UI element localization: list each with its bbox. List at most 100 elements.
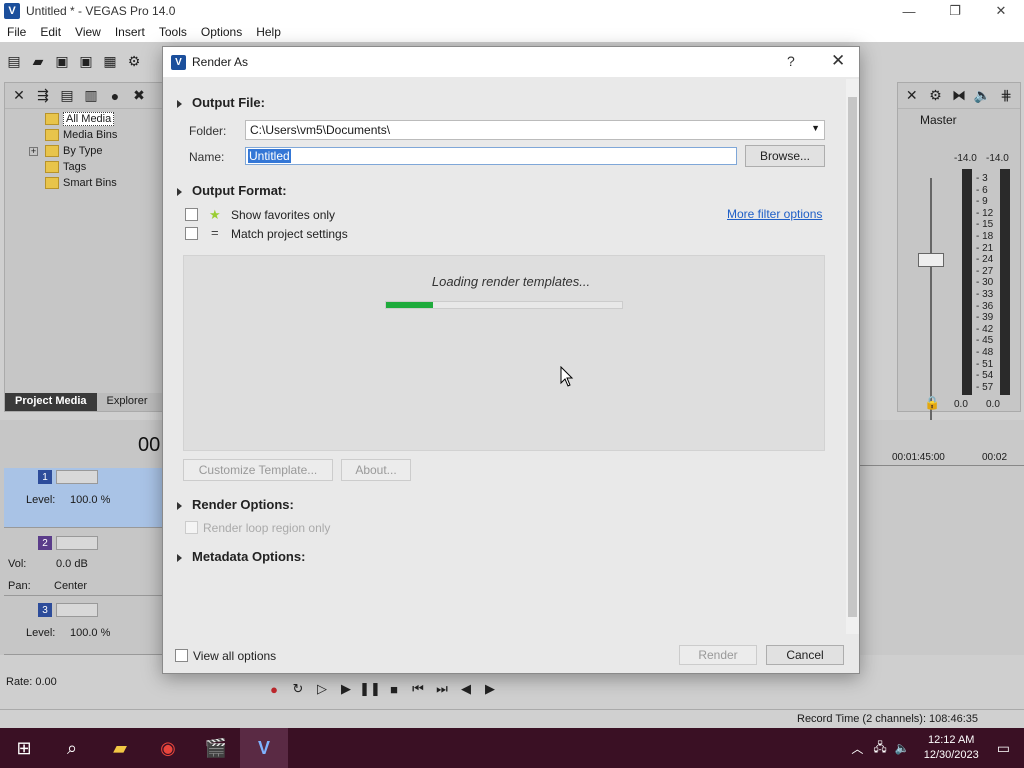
render-options-section[interactable]: Render Options: [177, 497, 294, 512]
loop-icon[interactable]: ↻ [286, 680, 310, 698]
menu-options[interactable]: Options [194, 25, 249, 39]
level-value: 100.0 % [70, 494, 111, 506]
tree-item-smart-bins[interactable]: Smart Bins [5, 175, 163, 191]
prev-frame-icon[interactable]: ◀ [454, 680, 478, 698]
tree-item-media-bins[interactable]: Media Bins [5, 127, 163, 143]
dialog-title-bar: V Render As [163, 47, 859, 77]
track-number: 2 [38, 536, 52, 550]
tree-item-all-media[interactable]: All Media [5, 111, 163, 127]
go-to-end-icon[interactable]: ⏭ [430, 680, 454, 698]
bottom-left-value: 0.0 [954, 399, 968, 410]
import-media-icon[interactable]: ▤ [57, 86, 77, 106]
go-to-start-icon[interactable]: ⏮ [406, 680, 430, 698]
clapperboard-icon[interactable]: 🎬 [192, 728, 240, 768]
about-button[interactable]: About... [341, 459, 411, 481]
track-name-field[interactable] [56, 603, 98, 617]
dialog-scrollbar[interactable] [846, 79, 859, 634]
remove-icon[interactable]: ✖ [129, 86, 149, 106]
pan-value: Center [54, 580, 88, 592]
tab-project-media[interactable]: Project Media [5, 393, 97, 411]
render-loop-checkbox[interactable] [185, 521, 198, 534]
help-button[interactable]: ? [787, 53, 795, 69]
meter-scale-tick: - 54 [976, 370, 994, 382]
play-icon[interactable]: ▶ [334, 680, 358, 698]
web-icon[interactable]: ● [105, 86, 125, 106]
menu-edit[interactable]: Edit [33, 25, 68, 39]
tree-item-tags[interactable]: Tags [5, 159, 163, 175]
show-favorites-checkbox[interactable] [185, 208, 198, 221]
metadata-options-section[interactable]: Metadata Options: [177, 549, 305, 564]
next-frame-icon[interactable]: ▶ [478, 680, 502, 698]
mixer-speaker-icon[interactable]: 🔈 [973, 86, 993, 106]
file-explorer-icon[interactable]: ▰ [96, 728, 144, 768]
master-fader[interactable] [918, 253, 944, 267]
new-file-icon[interactable]: ▤ [4, 51, 24, 71]
scrollbar-thumb[interactable] [848, 97, 857, 617]
menu-insert[interactable]: Insert [108, 25, 152, 39]
search-icon[interactable]: ⌕ [48, 728, 96, 768]
customize-template-button[interactable]: Customize Template... [183, 459, 333, 481]
timeline-area[interactable]: 00:01:45:00 00:02 [860, 420, 1024, 655]
time-ruler[interactable]: 00:01:45:00 00:02 [860, 450, 1024, 466]
browse-button[interactable]: Browse... [745, 145, 825, 167]
chevron-up-icon[interactable]: ︿ [845, 740, 869, 757]
capture-icon[interactable]: ▥ [81, 86, 101, 106]
folder-dropdown[interactable]: C:\Users\vm5\Documents\ ▼ [245, 120, 825, 140]
notification-icon[interactable]: ▭ [989, 740, 1024, 757]
menu-view[interactable]: View [68, 25, 108, 39]
track-name-field[interactable] [56, 536, 98, 550]
name-input[interactable]: Untitled [245, 147, 737, 165]
tree-item-by-type[interactable]: + By Type [5, 143, 163, 159]
meter-scale-tick: - 33 [976, 289, 994, 300]
maximize-button[interactable]: ❐ [932, 0, 978, 22]
render-button[interactable]: Render [679, 645, 757, 665]
video-track-3[interactable]: 3 Level: 100.0 % [4, 601, 164, 655]
menu-help[interactable]: Help [249, 25, 288, 39]
tab-explorer[interactable]: Explorer [97, 393, 158, 411]
level-value: 100.0 % [70, 627, 111, 639]
master-bus-mixer: ✕ ⚙ ⧓ 🔈 ⋕ Master -14.0 -14.0 - 3- 6- 9- … [897, 82, 1021, 468]
mixer-close-icon[interactable]: ✕ [902, 86, 922, 106]
volume-icon[interactable]: 🔈 [891, 741, 914, 755]
render-icon[interactable]: ▦ [100, 51, 120, 71]
properties-gear-icon[interactable]: ⚙ [124, 51, 144, 71]
stop-icon[interactable]: ■ [382, 680, 406, 698]
record-icon[interactable]: ● [262, 680, 286, 698]
name-value: Untitled [248, 149, 291, 163]
track-name-field[interactable] [56, 470, 98, 484]
match-project-checkbox[interactable] [185, 227, 198, 240]
dialog-title: Render As [192, 55, 249, 69]
audio-track-2[interactable]: 2 Vol: 0.0 dB Pan: Center [4, 534, 164, 596]
vol-label: Vol: [8, 558, 27, 570]
save-icon[interactable]: ▣ [52, 51, 72, 71]
windows-start-icon[interactable]: ⊞ [0, 728, 48, 768]
media-close-icon[interactable]: ✕ [9, 86, 29, 106]
close-button[interactable]: ✕ [978, 0, 1024, 22]
play-from-start-icon[interactable]: ▷ [310, 680, 334, 698]
cancel-button[interactable]: Cancel [766, 645, 844, 665]
video-track-1[interactable]: 1 Level: 100.0 % [4, 468, 164, 528]
dialog-close-button[interactable]: ✕ [831, 51, 845, 71]
folder-icon [45, 145, 59, 157]
open-folder-icon[interactable]: ▰ [28, 51, 48, 71]
output-format-section[interactable]: Output Format: [177, 183, 287, 198]
clock[interactable]: 12:12 AM 12/30/2023 [914, 733, 989, 763]
save-as-icon[interactable]: ▣ [76, 51, 96, 71]
pause-icon[interactable]: ❚❚ [358, 680, 382, 698]
menu-tools[interactable]: Tools [152, 25, 194, 39]
media-tool-icon[interactable]: ⇶ [33, 86, 53, 106]
network-icon[interactable]: 🖧 [869, 738, 890, 759]
mixer-properties-icon[interactable]: ⋕ [996, 86, 1016, 106]
vegas-taskbar-icon[interactable]: V [240, 728, 288, 768]
mixer-fx-icon[interactable]: ⧓ [949, 86, 969, 106]
more-filter-options-link[interactable]: More filter options [727, 207, 822, 221]
lock-icon[interactable]: 🔒 [924, 395, 940, 411]
expand-icon[interactable]: + [29, 146, 38, 156]
menu-file[interactable]: File [0, 25, 33, 39]
output-file-section[interactable]: Output File: [177, 95, 265, 110]
minimize-button[interactable]: — [886, 0, 932, 22]
chrome-icon[interactable]: ◉ [144, 728, 192, 768]
mixer-settings-icon[interactable]: ⚙ [926, 86, 946, 106]
panel-tabs: Project Media Explorer [5, 393, 163, 411]
view-all-options-checkbox[interactable] [175, 649, 188, 662]
